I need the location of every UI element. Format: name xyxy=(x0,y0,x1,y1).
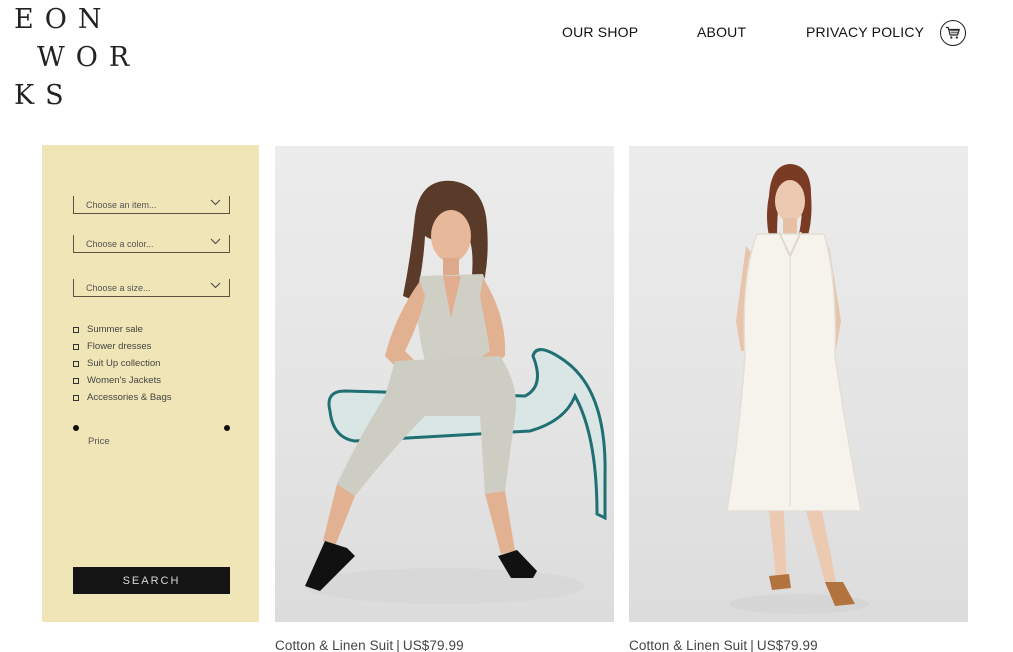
price-label: Price xyxy=(88,436,110,447)
checkbox[interactable] xyxy=(73,326,79,333)
chevron-down-icon xyxy=(210,282,221,289)
item-select[interactable]: Choose an item... xyxy=(73,196,230,214)
price-min-handle[interactable] xyxy=(73,425,79,431)
chevron-down-icon xyxy=(210,199,221,206)
category-accessories-bags[interactable]: Accessories & Bags xyxy=(73,389,171,406)
product-card[interactable]: Cotton & Linen Suit | US$79.99 xyxy=(275,146,614,652)
category-summer-sale[interactable]: Summer sale xyxy=(73,321,171,338)
nav-privacy-policy[interactable]: PRIVACY POLICY xyxy=(806,24,924,40)
brand-logo[interactable]: EON WOR KS xyxy=(14,4,144,114)
logo-line-1: EON xyxy=(14,4,113,35)
search-button[interactable]: SEARCH xyxy=(73,567,230,594)
category-label: Accessories & Bags xyxy=(87,392,172,403)
color-select-value: Choose a color... xyxy=(86,239,154,249)
product-card[interactable]: Cotton & Linen Suit | US$79.99 xyxy=(629,146,968,652)
product-name: Cotton & Linen Suit xyxy=(275,638,394,652)
model-suit-illustration xyxy=(305,180,607,604)
checkbox[interactable] xyxy=(73,377,79,384)
nav-our-shop[interactable]: OUR SHOP xyxy=(562,24,638,40)
checkbox[interactable] xyxy=(73,343,79,350)
product-price: US$79.99 xyxy=(402,638,464,652)
checkbox[interactable] xyxy=(73,360,79,367)
nav-about[interactable]: ABOUT xyxy=(697,24,746,40)
category-label: Flower dresses xyxy=(87,341,152,352)
model-dress-illustration xyxy=(726,164,869,614)
size-select[interactable]: Choose a size... xyxy=(73,279,230,297)
chevron-down-icon xyxy=(210,238,221,245)
product-caption[interactable]: Cotton & Linen Suit | US$79.99 xyxy=(629,638,968,652)
cart-button[interactable] xyxy=(940,20,966,46)
logo-line-2: WOR xyxy=(37,42,141,73)
product-image[interactable] xyxy=(629,146,968,622)
cart-icon xyxy=(946,26,960,39)
item-select-value: Choose an item... xyxy=(86,200,157,210)
price-max-handle[interactable] xyxy=(224,425,230,431)
color-select[interactable]: Choose a color... xyxy=(73,235,230,253)
category-womens-jackets[interactable]: Women's Jackets xyxy=(73,372,171,389)
price-range-slider[interactable] xyxy=(73,425,230,431)
logo-line-3: KS xyxy=(14,80,75,111)
category-label: Suit Up collection xyxy=(87,358,161,369)
size-select-value: Choose a size... xyxy=(86,283,151,293)
product-price: US$79.99 xyxy=(756,638,818,652)
category-list: Summer sale Flower dresses Suit Up colle… xyxy=(73,321,171,406)
category-flower-dresses[interactable]: Flower dresses xyxy=(73,338,171,355)
category-suit-up[interactable]: Suit Up collection xyxy=(73,355,171,372)
product-image[interactable] xyxy=(275,146,614,622)
checkbox[interactable] xyxy=(73,394,79,401)
category-label: Summer sale xyxy=(87,324,143,335)
filter-sidebar: Choose an item... Choose a color... Choo… xyxy=(42,145,259,622)
product-name: Cotton & Linen Suit xyxy=(629,638,748,652)
category-label: Women's Jackets xyxy=(87,375,161,386)
product-caption[interactable]: Cotton & Linen Suit | US$79.99 xyxy=(275,638,614,652)
